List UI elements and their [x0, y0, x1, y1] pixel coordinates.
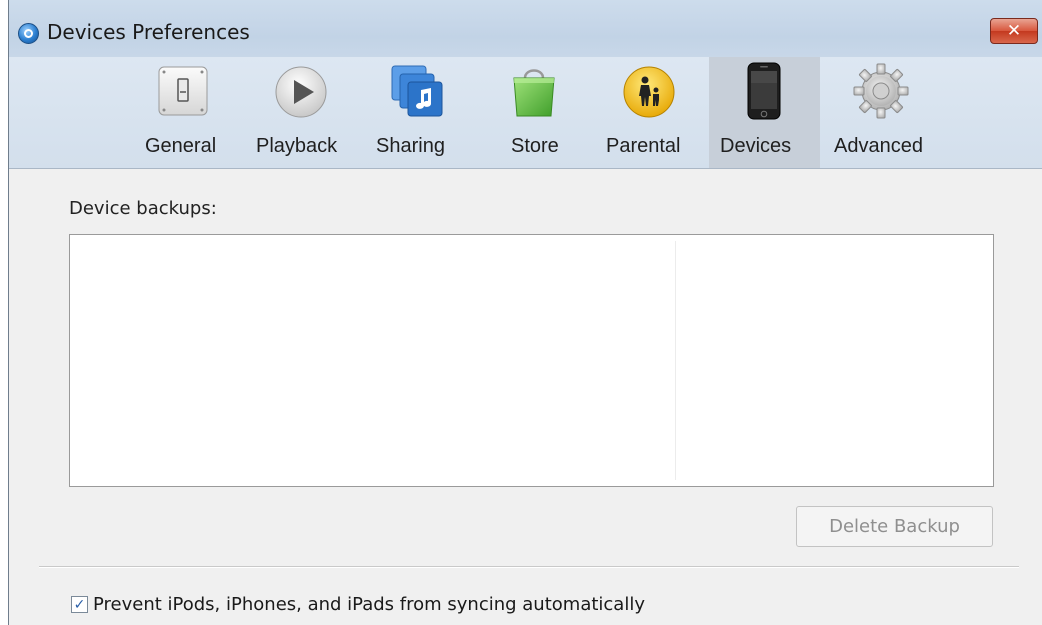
tab-label-store: Store	[511, 135, 559, 157]
device-backups-list[interactable]	[69, 234, 994, 487]
prevent-sync-label[interactable]: Prevent iPods, iPhones, and iPads from s…	[93, 594, 645, 615]
preferences-toolbar: General Playback Sharing Store Parental …	[9, 57, 1042, 169]
tab-label-advanced: Advanced	[834, 135, 923, 157]
phone-icon	[747, 62, 781, 120]
tab-playback[interactable]: Playback	[250, 57, 352, 168]
section-divider	[39, 566, 1019, 568]
sharing-icon	[391, 65, 443, 117]
switch-icon	[158, 66, 208, 116]
tab-store[interactable]: Store	[489, 57, 579, 168]
play-icon	[275, 66, 327, 118]
tab-label-devices: Devices	[720, 135, 792, 157]
preferences-window: Devices Preferences ✕ General Playback S…	[8, 0, 1042, 625]
gear-icon	[853, 63, 909, 119]
device-backups-label: Device backups:	[69, 198, 217, 219]
tab-devices[interactable]: Devices	[709, 57, 820, 168]
tab-sharing[interactable]: Sharing	[369, 57, 465, 168]
itunes-app-icon	[18, 23, 39, 44]
column-divider	[675, 241, 676, 480]
tab-label-parental: Parental	[606, 135, 681, 157]
tab-label-general: General	[145, 135, 217, 157]
checkmark-icon: ✓	[73, 596, 86, 613]
close-button[interactable]: ✕	[990, 18, 1038, 44]
tab-label-playback: Playback	[256, 135, 338, 157]
shopping-bag-icon	[513, 69, 555, 117]
tab-parental[interactable]: Parental	[599, 57, 699, 168]
prevent-sync-checkbox[interactable]: ✓	[71, 596, 88, 613]
window-title: Devices Preferences	[47, 20, 250, 44]
delete-backup-button[interactable]: Delete Backup	[796, 506, 993, 547]
parental-icon	[623, 66, 675, 118]
title-bar[interactable]: Devices Preferences ✕	[9, 0, 1042, 62]
tab-general[interactable]: General	[134, 57, 232, 168]
tab-label-sharing: Sharing	[376, 135, 445, 157]
tab-advanced[interactable]: Advanced	[824, 57, 938, 168]
